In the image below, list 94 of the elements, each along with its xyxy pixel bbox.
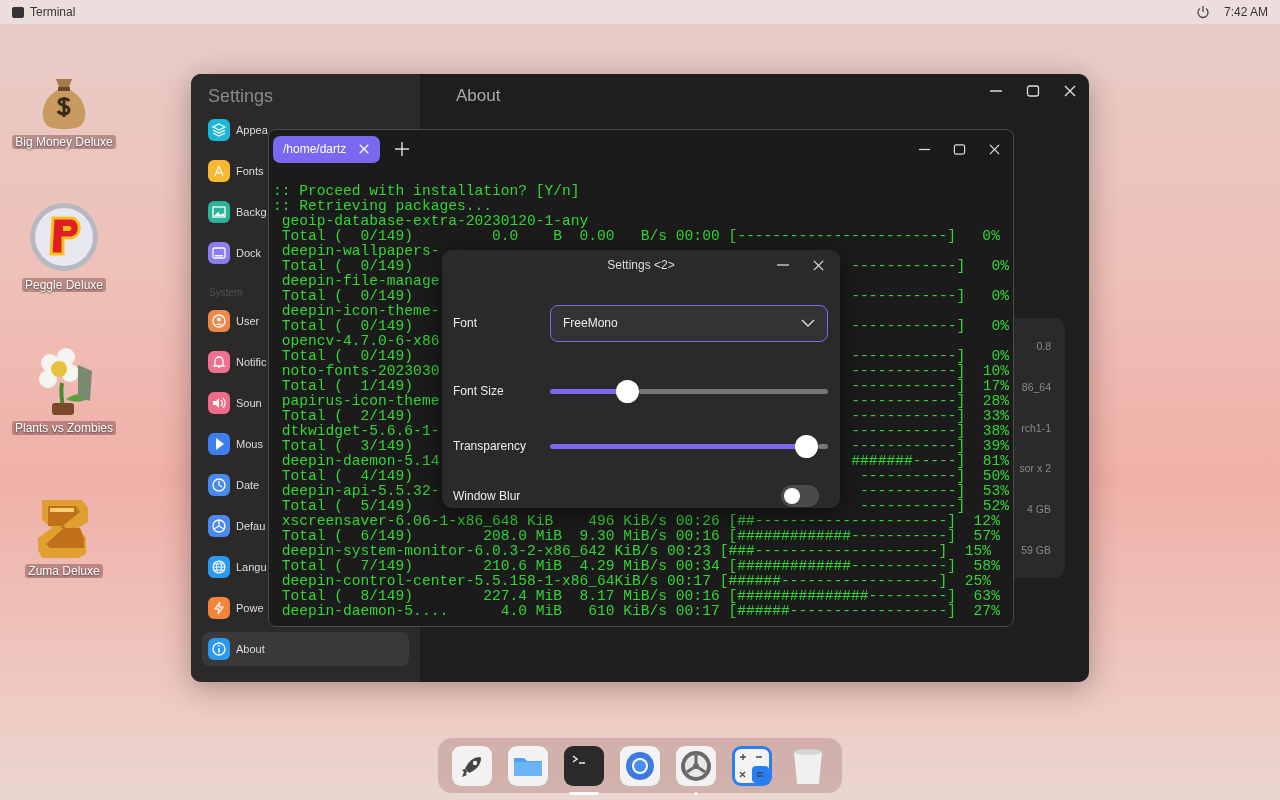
terminal-line: ------------] 0% [851, 349, 1009, 364]
terminal-line: noto-fonts-2023030 [280, 364, 440, 379]
sidebar-item[interactable]: Backg [202, 195, 267, 229]
terminal-line: ------------] 33% [851, 409, 1009, 424]
sidebar-item[interactable]: Mous [202, 427, 263, 461]
terminal-line: Total ( 3/149) [280, 439, 414, 454]
slider-thumb[interactable] [616, 379, 640, 403]
sidebar-item[interactable]: Appea [202, 113, 268, 147]
sidebar-item[interactable]: Dock [202, 236, 262, 270]
info-value: 0.8 [1036, 340, 1051, 353]
close-icon[interactable] [1063, 84, 1077, 98]
terminal-line: deepin-wallpapers- [280, 244, 440, 259]
sidebar-item[interactable]: Langu [202, 550, 267, 584]
terminal-line: Total ( 0/149) 0.0 B 0.00 B/s 00:00 [------------------------] 0% [280, 229, 1000, 244]
terminal-line: Total ( 0/149) [280, 259, 414, 274]
sidebar-item[interactable]: Soun [202, 386, 262, 420]
terminal-line: Total ( 7/149) 210.6 MiB 4.29 MiB/s 00:34 [#############-----------] 58% [280, 559, 1000, 574]
terminal-line: ------------] 17% [851, 379, 1009, 394]
sidebar-item[interactable]: Powe [202, 591, 264, 625]
info-value: 86_64 [1021, 381, 1051, 393]
sidebar-item[interactable]: About [202, 632, 409, 666]
terminal-tab[interactable]: /home/dartz [273, 135, 381, 163]
terminal-line: #######-----] 81% [851, 454, 1009, 469]
setting-label: Transparency [453, 439, 527, 453]
terminal-line: ------------] 39% [851, 439, 1009, 454]
terminal-line: deepin-file-manage [280, 274, 440, 289]
info-value: rch1-1 [1021, 421, 1051, 434]
setting-label: Font [453, 316, 478, 330]
info-value: sor x 2 [1019, 462, 1051, 475]
sidebar-item[interactable]: Defau [202, 509, 266, 543]
dialog-title: Settings <2> [607, 258, 675, 272]
slider-track [817, 443, 828, 449]
terminal-line: ------------] 0% [851, 259, 1009, 274]
terminal-line: ------------] 10% [851, 364, 1009, 379]
terminal-line: ------------] 0% [851, 319, 1009, 334]
sidebar-title: Settings [208, 86, 275, 107]
sidebar-item[interactable]: Date [202, 468, 260, 502]
terminal-line: Total ( 0/149) [280, 319, 414, 334]
add-tab-icon[interactable] [394, 141, 411, 157]
terminal-line: deepin-daemon-5.... 4.0 MiB 610 KiB/s 00:17 [######------------------] 27% [280, 604, 1000, 619]
terminal-line: deepin-api-5.5.32- [280, 484, 440, 499]
terminal-line: -----------] 50% [860, 469, 1009, 484]
terminal-line: dtkwidget-5.6.6-1- [280, 424, 440, 439]
gear-icon[interactable] [676, 745, 716, 786]
terminal-line: -----------] 53% [860, 484, 1009, 499]
slider[interactable] [550, 379, 828, 403]
terminal-line: :: Retrieving packages... [273, 199, 492, 214]
terminal-line: Total ( 6/149) 208.0 MiB 9.30 MiB/s 00:16 [#############-----------] 57% [280, 529, 1000, 544]
font-dropdown[interactable]: FreeMono [550, 304, 828, 342]
chevron-icon [801, 319, 815, 327]
sidebar-item[interactable]: Notific [202, 345, 267, 379]
app-name: Terminal [30, 5, 76, 19]
terminal-line: Total ( 1/149) [280, 379, 414, 394]
terminal-line: Total ( 0/149) [280, 349, 414, 364]
sidebar-item[interactable]: A Fonts [202, 154, 264, 188]
terminal-line: geoip-database-extra-20230120-1-any [280, 214, 589, 229]
terminal-line: ------------] 38% [851, 424, 1009, 439]
close-icon[interactable] [988, 142, 1001, 156]
info-value: 59 GB [1021, 543, 1051, 556]
page-heading: About [456, 86, 501, 106]
terminal-line: Total ( 0/149) [280, 289, 414, 304]
slider-thumb[interactable] [794, 434, 818, 458]
terminal-line: opencv-4.7.0-6-x86 [280, 334, 440, 349]
ball-icon[interactable] [27, 200, 101, 274]
terminal-line: ------------] 0% [851, 289, 1009, 304]
terminal-line: ------------] 28% [851, 394, 1009, 409]
terminal-line: papirus-icon-theme [280, 394, 440, 409]
close-icon[interactable] [812, 258, 825, 272]
font-icon: A [208, 160, 230, 182]
maximize-icon[interactable] [953, 142, 966, 156]
terminal-line: Total ( 2/149) [280, 409, 414, 424]
clock-time: 7:42 AM [1223, 5, 1268, 19]
terminal-line: deepin-control-center-5.5.158-1-x86_64KiB/s 00:17 [######------------------] 25% [280, 574, 992, 589]
terminal-line: Total ( 4/149) [280, 469, 414, 484]
terminal-line: Total ( 8/149) 227.4 MiB 8.17 MiB/s 00:16 [###############---------] 63% [280, 589, 1000, 604]
sidebar-item[interactable]: User [202, 304, 260, 338]
terminal-line: :: Proceed with installation? [Y/n] [273, 184, 580, 199]
terminal-line: deepin-icon-theme- [280, 304, 440, 319]
rocket-icon[interactable] [452, 745, 492, 786]
setting-label: Font Size [453, 384, 505, 398]
terminal-line: deepin-daemon-5.14 [280, 454, 440, 469]
terminal-line: deepin-system-monitor-6.0.3-2-x86_642 KiB/s 00:23 [###---------------------] 15% [280, 544, 992, 559]
toggle-switch[interactable] [781, 485, 819, 507]
terminal-line: xscreensaver-6.06-1-x86_648 KiB 496 KiB/s 00:26 [##----------------------] 12% [280, 514, 1000, 529]
terminal-line: -----------] 52% [860, 499, 1009, 514]
browser-icon[interactable] [620, 745, 660, 786]
calculator-icon[interactable] [732, 745, 772, 786]
setting-label: Window Blur [453, 489, 522, 503]
info-value: 4 GB [1027, 502, 1051, 515]
terminal-icon[interactable] [564, 745, 604, 786]
power-icon[interactable] [1195, 5, 1210, 19]
maximize-icon[interactable] [1026, 84, 1040, 98]
terminal-line: Total ( 5/149) [280, 499, 414, 514]
slider[interactable] [550, 434, 828, 458]
